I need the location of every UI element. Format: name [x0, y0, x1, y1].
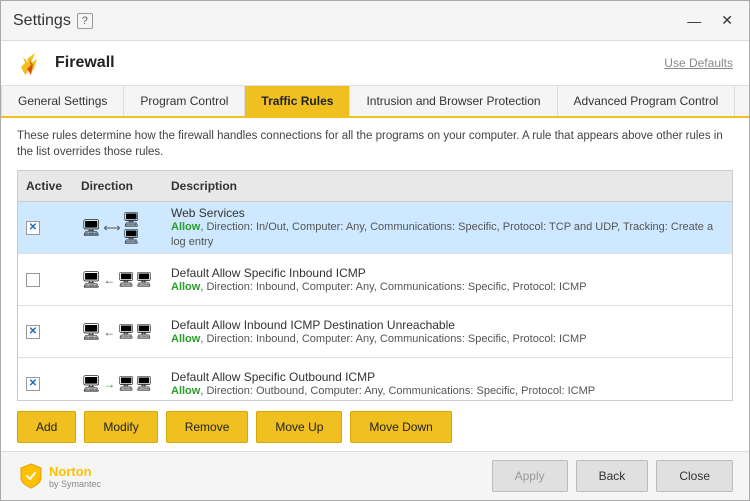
back-button[interactable]: Back: [576, 460, 649, 492]
computer-left-icon: 🖥: [81, 270, 101, 290]
norton-logo: Norton by Symantec: [17, 462, 101, 490]
col-active: Active: [18, 175, 73, 197]
description-text: These rules determine how the firewall h…: [17, 128, 733, 160]
direction-cell-3: 🖥 ← 🖥🖥: [73, 318, 163, 346]
rule-detail-4: Allow, Direction: Outbound, Computer: An…: [171, 384, 724, 398]
action-buttons: Add Modify Remove Move Up Move Down: [17, 411, 733, 443]
active-cell: [18, 269, 73, 291]
flame-icon: [17, 49, 45, 77]
rule-detail-3: Allow, Direction: Inbound, Computer: Any…: [171, 332, 724, 346]
active-checkbox-1[interactable]: [26, 221, 40, 235]
move-down-button[interactable]: Move Down: [350, 411, 451, 443]
footer: Norton by Symantec Apply Back Close: [1, 451, 749, 500]
title-bar-left: Settings ?: [13, 12, 93, 30]
window-title: Settings: [13, 12, 71, 30]
direction-cell-2: 🖥 ← 🖥🖥: [73, 266, 163, 294]
computer-left-icon: 🖥: [81, 322, 101, 342]
active-cell: [18, 321, 73, 343]
desc-cell-2: Default Allow Specific Inbound ICMP Allo…: [163, 262, 732, 298]
title-bar-controls: — ✕: [683, 10, 737, 31]
rule-title-3: Default Allow Inbound ICMP Destination U…: [171, 318, 724, 332]
table-header: Active Direction Description: [18, 171, 732, 202]
arrow-in-icon: ←: [103, 273, 115, 287]
main-content: These rules determine how the firewall h…: [1, 118, 749, 451]
tab-intrusion[interactable]: Intrusion and Browser Protection: [350, 86, 557, 116]
computers-right-icon: 🖥🖥: [117, 323, 153, 340]
title-bar: Settings ? — ✕: [1, 1, 749, 41]
computers-right-icon: 🖥🖥: [117, 271, 153, 288]
rule-title-4: Default Allow Specific Outbound ICMP: [171, 370, 724, 384]
col-direction: Direction: [73, 175, 163, 197]
table-body-wrapper: 🖥 ⟷ 🖥🖥 Web Services AllowAllow, Directio…: [18, 202, 732, 400]
direction-cell-1: 🖥 ⟷ 🖥🖥: [73, 207, 163, 249]
norton-sub: by Symantec: [49, 479, 101, 489]
desc-cell-1: Web Services AllowAllow, Direction: In/O…: [163, 202, 732, 253]
header-area: Firewall Use Defaults: [1, 41, 749, 86]
rule-detail-2: Allow, Direction: Inbound, Computer: Any…: [171, 280, 724, 294]
arrow-in-icon: ←: [103, 325, 115, 339]
desc-cell-3: Default Allow Inbound ICMP Destination U…: [163, 314, 732, 350]
arrow-inout-icon: ⟷: [103, 221, 120, 235]
norton-name: Norton: [49, 464, 101, 479]
remove-button[interactable]: Remove: [166, 411, 249, 443]
use-defaults-link[interactable]: Use Defaults: [664, 56, 733, 70]
tab-traffic[interactable]: Traffic Rules: [245, 86, 350, 116]
rules-table: Active Direction Description 🖥 ⟷ 🖥🖥: [17, 170, 733, 401]
tab-program[interactable]: Program Control: [124, 86, 245, 116]
rule-title-2: Default Allow Specific Inbound ICMP: [171, 266, 724, 280]
close-button[interactable]: ✕: [717, 10, 737, 31]
footer-buttons: Apply Back Close: [492, 460, 733, 492]
modify-button[interactable]: Modify: [84, 411, 157, 443]
arrow-out-icon: →: [103, 377, 115, 391]
table-row[interactable]: 🖥 ⟷ 🖥🖥 Web Services AllowAllow, Directio…: [18, 202, 732, 254]
tabs-bar: General Settings Program Control Traffic…: [1, 86, 749, 118]
minimize-button[interactable]: —: [683, 10, 705, 31]
apply-button[interactable]: Apply: [492, 460, 568, 492]
col-description: Description: [163, 175, 732, 197]
close-footer-button[interactable]: Close: [656, 460, 733, 492]
table-body: 🖥 ⟷ 🖥🖥 Web Services AllowAllow, Directio…: [18, 202, 732, 400]
norton-shield-icon: [17, 462, 45, 490]
direction-cell-4: 🖥 → 🖥🖥: [73, 370, 163, 398]
brand-area: Firewall: [17, 49, 115, 77]
computers-right-icon: 🖥🖥: [123, 211, 155, 245]
active-checkbox-4[interactable]: [26, 377, 40, 391]
computers-right-icon: 🖥🖥: [117, 375, 153, 392]
table-row[interactable]: 🖥 ← 🖥🖥 Default Allow Specific Inbound IC…: [18, 254, 732, 306]
active-checkbox-2[interactable]: [26, 273, 40, 287]
table-row[interactable]: 🖥 ← 🖥🖥 Default Allow Inbound ICMP Destin…: [18, 306, 732, 358]
active-checkbox-3[interactable]: [26, 325, 40, 339]
rule-detail-1: AllowAllow, Direction: In/Out, Computer:…: [171, 220, 724, 249]
desc-cell-4: Default Allow Specific Outbound ICMP All…: [163, 366, 732, 400]
tab-advanced[interactable]: Advanced Program Control: [558, 86, 736, 116]
settings-window: Settings ? — ✕ Firewall Use Defaults Gen…: [0, 0, 750, 501]
help-button[interactable]: ?: [77, 13, 93, 29]
computer-left-icon: 🖥: [81, 374, 101, 394]
active-cell: [18, 373, 73, 395]
move-up-button[interactable]: Move Up: [256, 411, 342, 443]
add-button[interactable]: Add: [17, 411, 76, 443]
rule-title-1: Web Services: [171, 206, 724, 220]
computer-left-icon: 🖥: [81, 218, 101, 238]
table-row[interactable]: 🖥 → 🖥🖥 Default Allow Specific Outbound I…: [18, 358, 732, 400]
norton-brand-text: Norton by Symantec: [49, 464, 101, 489]
brand-name: Firewall: [55, 54, 115, 72]
active-cell: [18, 217, 73, 239]
tab-general[interactable]: General Settings: [1, 86, 124, 116]
